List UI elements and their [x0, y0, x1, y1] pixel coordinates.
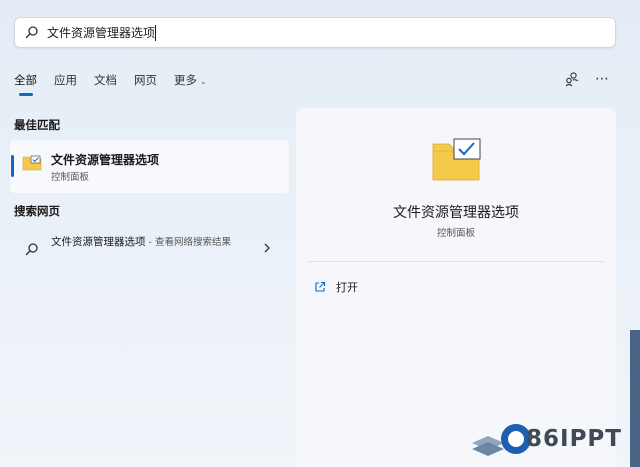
web-search-heading: 搜索网页 — [14, 204, 60, 218]
detail-subtitle: 控制面板 — [436, 228, 475, 239]
web-search-query: 文件资源管理器选项 — [51, 236, 146, 248]
tab-apps[interactable]: 应用 — [54, 72, 77, 92]
open-external-icon — [315, 281, 326, 292]
text-caret — [155, 25, 156, 41]
tab-more-label: 更多 — [174, 73, 197, 87]
ellipsis-icon: ⋯ — [595, 71, 609, 87]
open-action[interactable]: 打开 — [314, 276, 358, 298]
selection-indicator — [11, 155, 14, 177]
tab-all[interactable]: 全部 — [14, 72, 37, 96]
folder-options-large-icon — [432, 138, 481, 181]
search-input[interactable] — [47, 18, 587, 47]
more-options-button[interactable]: ⋯ — [593, 70, 611, 88]
result-subtitle: 控制面板 — [51, 172, 90, 183]
open-action-label: 打开 — [336, 281, 358, 294]
best-match-heading: 最佳匹配 — [14, 118, 60, 132]
web-search-result[interactable]: 文件资源管理器选项 - 查看网络搜索结果 — [10, 228, 289, 272]
watermark: 86IPPT — [470, 413, 640, 467]
web-search-hint: - 查看网络搜索结果 — [145, 237, 231, 248]
search-icon — [25, 26, 38, 39]
tab-web[interactable]: 网页 — [134, 72, 157, 92]
folder-options-icon — [22, 155, 42, 171]
tab-documents[interactable]: 文档 — [94, 72, 117, 92]
search-box[interactable] — [14, 17, 616, 48]
chevron-down-icon: ⌄ — [200, 77, 207, 86]
filter-tabs: 全部 应用 文档 网页 更多 ⌄ — [14, 72, 224, 96]
tab-more[interactable]: 更多 ⌄ — [174, 72, 207, 92]
chevron-right-icon[interactable] — [263, 242, 271, 254]
search-icon — [25, 243, 38, 256]
watermark-logo-icon — [472, 424, 530, 456]
best-match-result[interactable]: 文件资源管理器选项 控制面板 — [10, 140, 289, 193]
watermark-text: 86IPPT — [526, 426, 622, 452]
detail-title: 文件资源管理器选项 — [393, 205, 519, 221]
people-icon — [565, 72, 579, 87]
divider — [308, 261, 604, 262]
account-switch-button[interactable] — [563, 70, 581, 88]
web-search-text: 文件资源管理器选项 - 查看网络搜索结果 — [51, 235, 241, 250]
result-name: 文件资源管理器选项 — [51, 153, 160, 167]
